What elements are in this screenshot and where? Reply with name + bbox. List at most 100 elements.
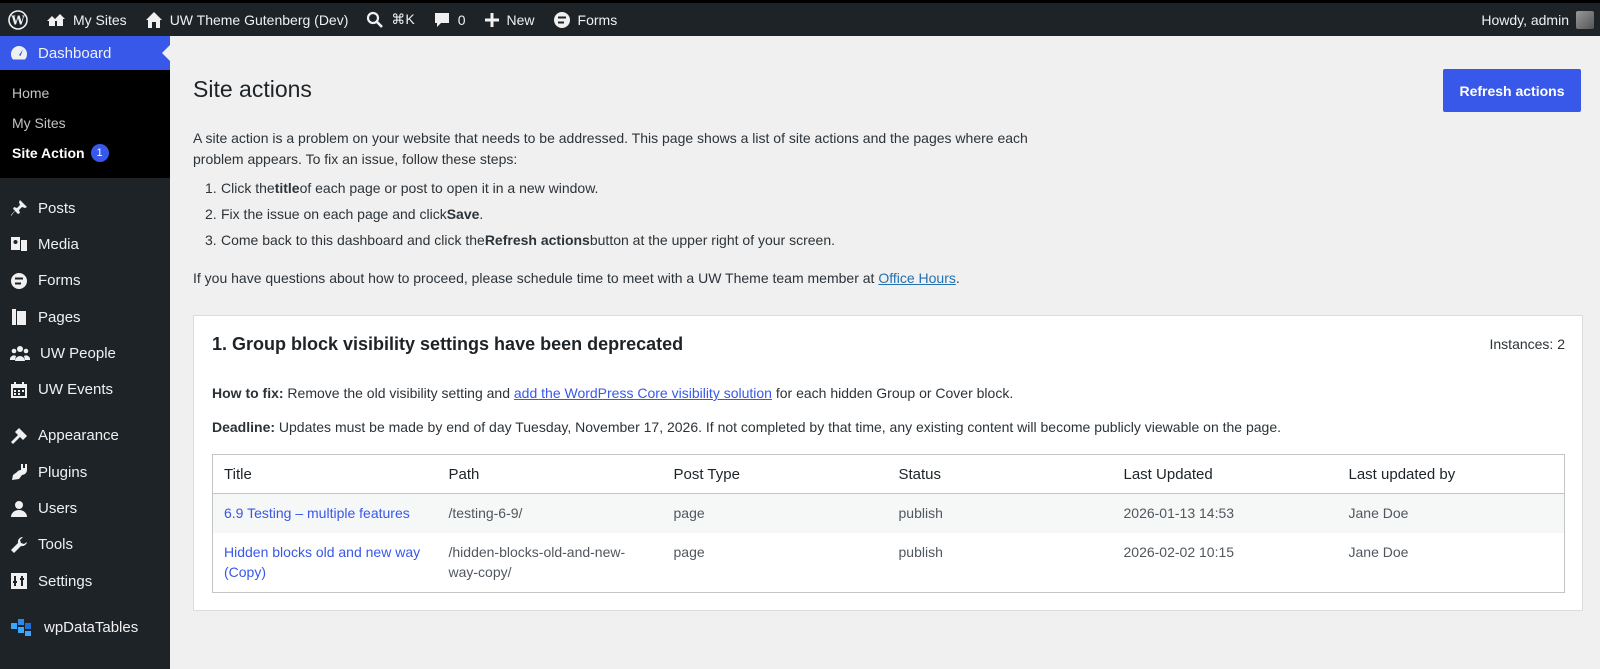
sidebar-menu: Posts Media Forms Pages UW People UW Eve…: [0, 178, 170, 646]
sidebar-item-label: Tools: [38, 536, 74, 554]
new-label: New: [506, 11, 535, 28]
office-hours-link[interactable]: Office Hours: [878, 270, 956, 286]
wordpress-logo-icon: W: [8, 9, 28, 30]
my-sites-menu[interactable]: My Sites: [37, 3, 136, 36]
how-to-fix-text: How to fix: Remove the old visibility se…: [212, 385, 1013, 401]
sidebar-item-uw-people[interactable]: UW People: [0, 335, 170, 371]
howdy-label: Howdy, admin: [1481, 11, 1569, 28]
sidebar-item-label: Forms: [38, 272, 81, 290]
step-text: Fix the issue on each page and click: [221, 206, 447, 222]
submenu-item-site-action[interactable]: Site Action 1: [0, 138, 170, 168]
how-to-fix-post: for each hidden Group or Cover block.: [771, 385, 1014, 401]
sidebar-item-media[interactable]: Media: [0, 226, 170, 262]
site-action-count-badge: 1: [90, 144, 109, 162]
sidebar-item-dashboard[interactable]: Dashboard: [0, 36, 170, 70]
admin-bar: W My Sites UW Theme Gutenberg (Dev) ⌘K 0…: [0, 0, 1600, 36]
cell-title: Hidden blocks old and new way (Copy): [213, 533, 438, 593]
list-item: 1. Click the title of each page or post t…: [205, 180, 835, 206]
comments-menu[interactable]: 0: [424, 3, 475, 36]
comments-count: 0: [457, 11, 466, 28]
settings-icon: [11, 573, 27, 590]
help-text: If you have questions about how to proce…: [193, 270, 960, 286]
step-text: Come back to this dashboard and click th…: [221, 232, 485, 248]
forms-menu[interactable]: Forms: [544, 3, 627, 36]
search-menu[interactable]: ⌘K: [357, 3, 423, 36]
column-header-status: Status: [887, 454, 1113, 494]
sidebar-item-wpdatatables[interactable]: wpDataTables: [0, 609, 170, 645]
menu-separator: [0, 408, 170, 418]
sidebar-item-label: Appearance: [38, 427, 119, 445]
people-icon: [10, 346, 30, 362]
dashboard-submenu: Home My Sites Site Action 1: [0, 70, 170, 178]
site-name-menu[interactable]: UW Theme Gutenberg (Dev): [136, 3, 358, 36]
paintbrush-icon: [11, 427, 27, 444]
svg-text:W: W: [10, 13, 25, 27]
step-number: 1.: [205, 180, 217, 196]
table-row: Hidden blocks old and new way (Copy) /hi…: [213, 533, 1565, 593]
cell-path: /testing-6-9/: [437, 493, 663, 533]
submenu-label: My Sites: [12, 115, 66, 131]
pages-icon: [12, 309, 26, 326]
cell-post-type: page: [662, 493, 888, 533]
table-header-row: Title Path Post Type Status Last Updated…: [212, 454, 1565, 494]
steps-list: 1. Click the title of each page or post t…: [205, 180, 835, 258]
wrench-icon: [11, 536, 27, 553]
home-icon: [145, 11, 162, 28]
sidebar-item-tools[interactable]: Tools: [0, 527, 170, 563]
new-content-menu[interactable]: New: [475, 3, 544, 36]
media-icon: [11, 237, 27, 252]
sidebar-item-label: Posts: [38, 199, 76, 217]
sidebar-item-users[interactable]: Users: [0, 490, 170, 526]
wpdatatables-icon: [11, 619, 31, 637]
step-text: of each page or post to open it in a new…: [299, 180, 599, 196]
list-item: 3. Come back to this dashboard and click …: [205, 232, 835, 258]
sidebar-item-label: Plugins: [38, 463, 88, 481]
post-title-link[interactable]: Hidden blocks old and new way (Copy): [224, 544, 420, 581]
step-bold: Refresh actions: [484, 232, 590, 248]
submenu-item-my-sites[interactable]: My Sites: [0, 108, 170, 138]
site-action-card: 1. Group block visibility settings have …: [193, 315, 1583, 611]
user-icon: [11, 500, 27, 517]
sidebar-item-appearance[interactable]: Appearance: [0, 418, 170, 454]
user-account-menu[interactable]: Howdy, admin: [1472, 3, 1600, 36]
sidebar-item-pages[interactable]: Pages: [0, 299, 170, 335]
how-to-fix-pre: Remove the old visibility setting and: [283, 385, 514, 401]
my-sites-label: My Sites: [73, 11, 127, 28]
sidebar-item-settings[interactable]: Settings: [0, 563, 170, 599]
step-number: 3.: [205, 232, 217, 248]
sidebar-item-label: Settings: [38, 572, 93, 590]
post-title-link[interactable]: 6.9 Testing – multiple features: [224, 505, 410, 521]
visibility-solution-link[interactable]: add the WordPress Core visibility soluti…: [514, 385, 772, 401]
cell-post-type: page: [673, 543, 705, 560]
forms-icon: [11, 272, 27, 289]
submenu-item-home[interactable]: Home: [0, 78, 170, 108]
instances-count: Instances: 2: [1489, 336, 1566, 352]
forms-label: Forms: [577, 11, 618, 28]
admin-sidebar: Dashboard Home My Sites Site Action 1 Pos…: [0, 36, 170, 669]
cell-last-updated-by: Jane Doe: [1348, 543, 1409, 560]
menu-separator: [0, 599, 170, 609]
step-bold: Save: [446, 206, 480, 222]
step-text: button at the upper right of your screen…: [589, 232, 836, 248]
cell-last-updated: 2026-01-13 14:53: [1112, 493, 1338, 533]
sidebar-item-label: UW Events: [38, 381, 114, 399]
sidebar-item-label: Pages: [38, 308, 81, 326]
calendar-icon: [11, 381, 27, 398]
sidebar-item-uw-events[interactable]: UW Events: [0, 371, 170, 407]
sidebar-item-label: Media: [38, 235, 79, 253]
forms-icon: [553, 11, 570, 28]
table-row: 6.9 Testing – multiple features /testing…: [212, 493, 1565, 533]
wordpress-logo-menu[interactable]: W: [0, 3, 37, 36]
sidebar-item-label: Users: [38, 500, 78, 518]
step-bold: title: [274, 180, 300, 196]
dashboard-icon: [10, 46, 28, 60]
submenu-label: Home: [12, 85, 50, 101]
list-item: 2. Fix the issue on each page and click S…: [205, 206, 835, 232]
sidebar-item-posts[interactable]: Posts: [0, 190, 170, 226]
sidebar-item-plugins[interactable]: Plugins: [0, 454, 170, 490]
step-text: .: [479, 206, 484, 222]
sidebar-item-forms[interactable]: Forms: [0, 263, 170, 299]
column-header-title: Title: [212, 454, 438, 494]
refresh-actions-button[interactable]: Refresh actions: [1443, 69, 1581, 112]
cell-last-updated-by: Jane Doe: [1337, 493, 1565, 533]
